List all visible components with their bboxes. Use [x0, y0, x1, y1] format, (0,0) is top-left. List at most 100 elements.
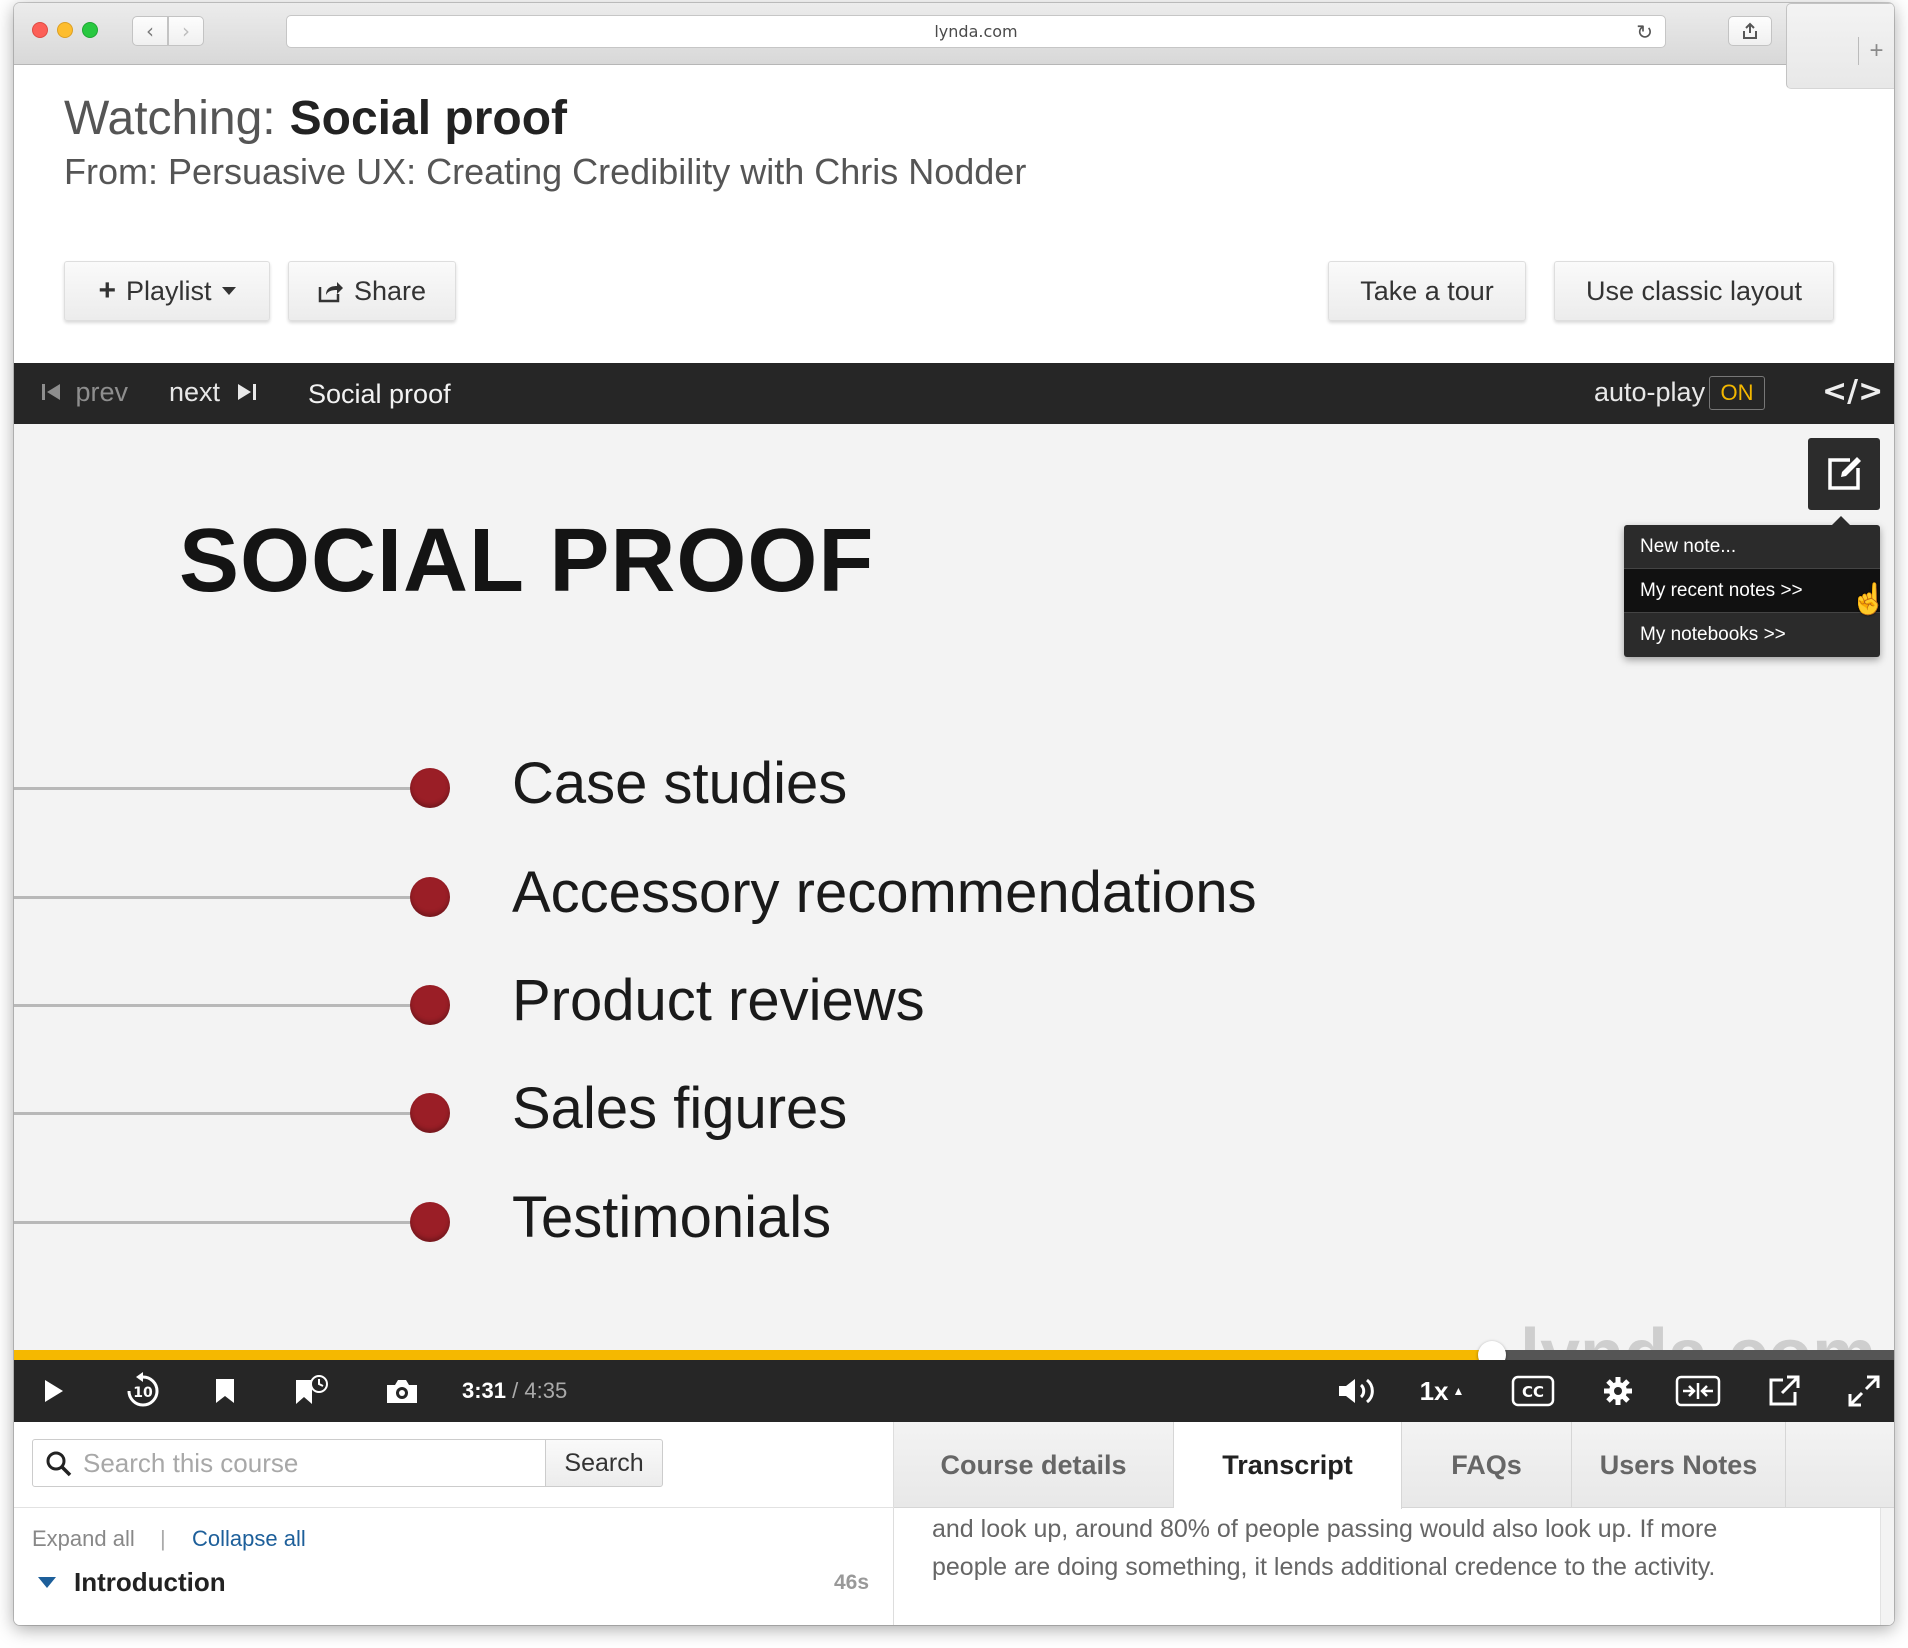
transcript-scrollbar[interactable] [1880, 1508, 1894, 1625]
tab-transcript[interactable]: Transcript [1174, 1422, 1402, 1509]
embed-code-icon[interactable]: </> [1822, 374, 1883, 409]
seek-bar[interactable] [14, 1341, 1894, 1369]
zoom-window-button[interactable] [82, 22, 98, 38]
autoplay-label: auto-play [1594, 377, 1706, 407]
chevron-right-icon: › [182, 19, 190, 43]
take-tour-label: Take a tour [1360, 275, 1494, 306]
hand-cursor-icon: ☝ [1850, 583, 1888, 616]
info-tabs: Course details Transcript FAQs Users Not… [894, 1422, 1894, 1509]
prev-label: prev [75, 377, 129, 407]
forward-button[interactable]: › [168, 16, 204, 46]
address-bar[interactable]: lynda.com ↻ [286, 15, 1666, 48]
new-tab-button[interactable]: + [1858, 37, 1894, 65]
tab-users-notes[interactable]: Users Notes [1572, 1422, 1786, 1508]
next-button[interactable]: next [169, 377, 258, 408]
search-placeholder: Search this course [83, 1447, 299, 1478]
play-icon [45, 1380, 63, 1402]
tab-course-details[interactable]: Course details [894, 1422, 1174, 1508]
seek-bar-fill [14, 1350, 1492, 1360]
expand-all-link[interactable]: Expand all [32, 1526, 135, 1552]
recent-notes-item[interactable]: My recent notes >> [1624, 569, 1880, 613]
gear-icon [1604, 1377, 1632, 1405]
new-note-item[interactable]: New note... [1624, 525, 1880, 569]
tab-faqs[interactable]: FAQs [1402, 1422, 1572, 1508]
notes-menu: New note... My recent notes >> My notebo… [1624, 516, 1880, 657]
triangle-down-icon[interactable] [38, 1577, 56, 1588]
video-viewport[interactable]: SOCIAL PROOF Case studies Accessory reco… [14, 424, 1894, 1350]
transcript-line[interactable]: and look up, around 80% of people passin… [932, 1510, 1832, 1548]
skip-back-icon [42, 384, 60, 400]
time-separator: / [512, 1378, 519, 1403]
caret-up-icon: ▲ [1452, 1384, 1465, 1398]
captions-button[interactable]: CC [1510, 1370, 1556, 1412]
volume-button[interactable] [1336, 1370, 1380, 1412]
back-button[interactable]: ‹ [132, 16, 168, 46]
chapter-duration: 46s [834, 1571, 870, 1594]
prev-button[interactable]: prev [40, 377, 128, 408]
edit-note-icon [1828, 457, 1861, 490]
chevron-left-icon: ‹ [146, 19, 154, 43]
lynda-watermark: lynda.com [1520, 1314, 1876, 1350]
close-window-button[interactable] [32, 22, 48, 38]
share-toolbar-button[interactable] [1728, 16, 1772, 46]
collapse-panel-button[interactable] [1674, 1370, 1722, 1412]
snapshot-button[interactable] [382, 1370, 422, 1412]
bullet-dot [410, 768, 450, 808]
fullscreen-button[interactable] [1844, 1370, 1884, 1412]
link-separator: | [160, 1526, 166, 1551]
skip-forward-icon [237, 384, 256, 400]
playlist-button[interactable]: + Playlist [64, 261, 270, 321]
bookmark-clock-icon [296, 1375, 328, 1404]
page-title: Watching: Social proof [64, 91, 567, 146]
player-video-title: Social proof [308, 379, 451, 409]
bullet-dot [410, 985, 450, 1025]
bookmark-icon [216, 1379, 234, 1403]
url-text: lynda.com [934, 22, 1018, 41]
slide-bullet: Product reviews [512, 968, 925, 1033]
reload-icon[interactable]: ↻ [1636, 20, 1653, 44]
minimize-window-button[interactable] [57, 22, 73, 38]
bullet-connector [14, 896, 444, 899]
fullscreen-icon [1848, 1375, 1880, 1407]
course-source: From: Persuasive UX: Creating Credibilit… [64, 151, 1027, 192]
video-title: Social proof [289, 92, 567, 145]
browser-toolbar: ‹ › lynda.com ↻ + [14, 3, 1894, 89]
plus-icon: + [1869, 37, 1884, 64]
bookmark-button[interactable] [210, 1370, 240, 1412]
chapter-title[interactable]: Introduction [74, 1567, 226, 1598]
bullet-dot [410, 1202, 450, 1242]
popout-button[interactable] [1764, 1370, 1804, 1412]
rewind-10-button[interactable]: 10 [122, 1370, 164, 1412]
notes-button[interactable] [1808, 438, 1880, 510]
course-search-input[interactable]: Search this course [32, 1439, 546, 1487]
speed-button[interactable]: 1x ▲ [1414, 1370, 1470, 1412]
course-panel: Search this course Search Expand all | C… [14, 1422, 1894, 1625]
next-label: next [169, 377, 221, 407]
search-button[interactable]: Search [545, 1439, 663, 1487]
bullet-dot [410, 877, 450, 917]
rewind-10-icon: 10 [127, 1372, 159, 1407]
playback-time: 3:31 / 4:35 [462, 1378, 567, 1404]
settings-button[interactable] [1598, 1370, 1638, 1412]
autoplay-toggle[interactable]: ON [1709, 376, 1765, 410]
divider [14, 1507, 894, 1508]
share-button[interactable]: Share [288, 261, 456, 321]
play-button[interactable] [36, 1370, 72, 1412]
notebooks-item[interactable]: My notebooks >> [1624, 613, 1880, 657]
popout-icon [1769, 1375, 1800, 1406]
search-icon [46, 1451, 72, 1477]
browser-window: ‹ › lynda.com ↻ + Watching: Social proof … [14, 3, 1894, 1625]
closed-captions-icon: CC [1511, 1375, 1555, 1407]
bookmark-time-button[interactable] [292, 1370, 332, 1412]
volume-icon [1339, 1378, 1374, 1404]
take-tour-button[interactable]: Take a tour [1328, 261, 1526, 321]
collapse-arrows-icon [1675, 1375, 1721, 1407]
share-icon [1743, 22, 1757, 39]
duration: 4:35 [524, 1378, 568, 1403]
bullet-connector [14, 1004, 444, 1007]
collapse-all-link[interactable]: Collapse all [192, 1526, 306, 1552]
watching-prefix: Watching: [64, 92, 276, 145]
classic-layout-button[interactable]: Use classic layout [1554, 261, 1834, 321]
share-icon [318, 282, 343, 303]
transcript-line[interactable]: people are doing something, it lends add… [932, 1548, 1832, 1586]
